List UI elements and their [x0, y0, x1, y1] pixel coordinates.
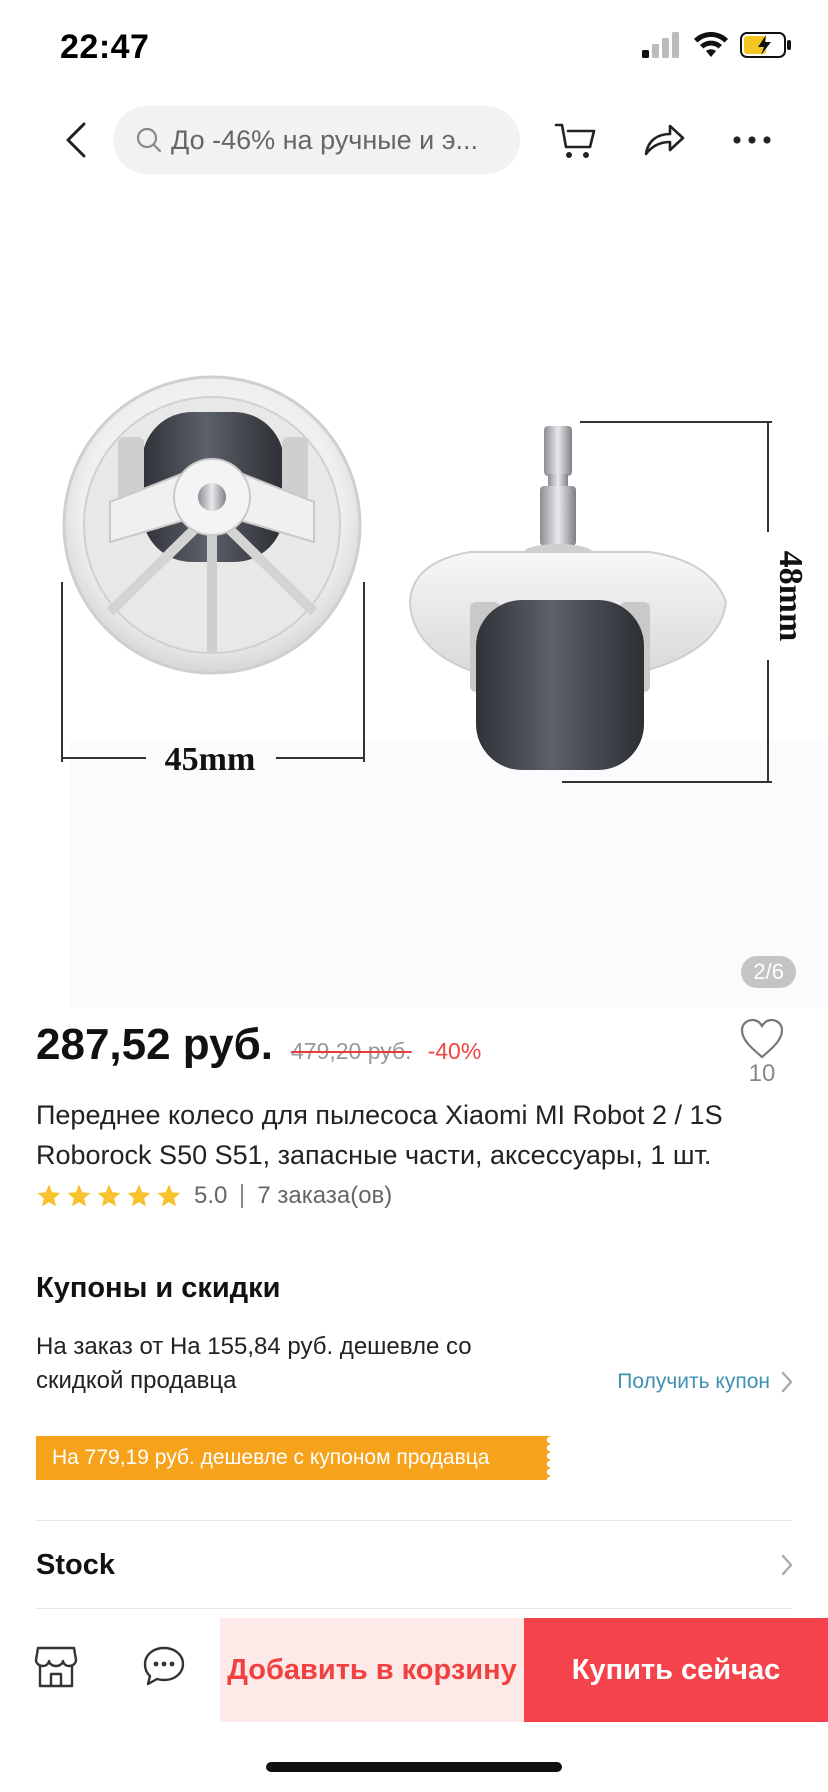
- chevron-right-icon: [781, 1554, 793, 1576]
- product-image-gallery[interactable]: 45mm 48mm 2/6: [0, 182, 828, 1008]
- battery-charging-icon: [740, 32, 791, 58]
- nav-bar: [0, 100, 828, 180]
- seller-coupon-text: На 779,19 руб. дешевле с купоном продавц…: [52, 1446, 490, 1469]
- status-time: 22:47: [60, 28, 150, 66]
- discount-badge: -40%: [427, 1038, 482, 1064]
- rating-value: 5.0: [194, 1182, 228, 1209]
- status-bar: 22:47: [0, 0, 828, 96]
- back-button[interactable]: [52, 116, 100, 164]
- heart-icon: [740, 1018, 784, 1059]
- star-icon: [127, 1184, 151, 1207]
- chat-bubble-icon: [143, 1646, 185, 1686]
- more-dots-icon: [733, 136, 771, 144]
- share-button[interactable]: [638, 114, 690, 166]
- wifi-icon: [694, 32, 728, 57]
- chevron-right-icon: [781, 1371, 793, 1393]
- wishlist-button[interactable]: 10: [732, 1018, 792, 1088]
- chevron-left-icon: [66, 122, 86, 158]
- get-coupon-label: Получить купон: [617, 1370, 770, 1393]
- coupon-description: На заказ от На 155,84 руб. дешевле со ск…: [36, 1333, 472, 1394]
- wishlist-count: 10: [748, 1060, 776, 1087]
- wheel-side-view: [408, 426, 728, 770]
- seller-coupon-banner[interactable]: На 779,19 руб. дешевле с купоном продавц…: [36, 1436, 550, 1480]
- width-dimension-label: 45mm: [165, 741, 256, 778]
- store-button[interactable]: [34, 1644, 78, 1690]
- orders-count: 7 заказа(ов): [257, 1182, 393, 1209]
- coupons-section-title: Купоны и скидки: [36, 1272, 281, 1304]
- store-icon: [34, 1646, 78, 1688]
- status-icons: [642, 32, 792, 58]
- bottom-action-bar: Добавить в корзину Купить сейчас: [0, 1618, 828, 1722]
- star-icon: [67, 1184, 91, 1207]
- cart-icon: [554, 123, 596, 158]
- stock-row[interactable]: Stock: [36, 1540, 794, 1590]
- price-row: 287,52 руб. 479,20 руб. -40%: [36, 1020, 796, 1080]
- get-coupon-link[interactable]: Получить купон: [617, 1370, 794, 1394]
- buy-now-button[interactable]: Купить сейчас: [524, 1618, 828, 1722]
- stock-label: Stock: [36, 1548, 115, 1581]
- star-icon: [37, 1184, 61, 1207]
- add-to-cart-button[interactable]: Добавить в корзину: [220, 1618, 524, 1722]
- home-indicator: [266, 1762, 562, 1772]
- current-price: 287,52 руб.: [36, 1020, 273, 1069]
- wheel-bottom-view: [62, 375, 362, 675]
- rating-row[interactable]: 5.0 7 заказа(ов): [36, 1182, 392, 1210]
- product-image: 45mm 48mm: [61, 375, 809, 783]
- divider: [36, 1520, 792, 1521]
- chat-button[interactable]: [142, 1644, 186, 1690]
- share-icon: [644, 124, 685, 156]
- cellular-signal-icon: [642, 32, 679, 58]
- cart-button[interactable]: [550, 114, 602, 166]
- star-icon: [157, 1184, 181, 1207]
- star-icon: [97, 1184, 121, 1207]
- product-page: 22:47 До -46% на ручные и э... 45mm 48mm…: [0, 0, 828, 1792]
- height-dimension-label: 48mm: [772, 551, 809, 642]
- more-options-button[interactable]: [726, 114, 778, 166]
- rating-separator: [241, 1184, 244, 1208]
- search-input[interactable]: [171, 124, 511, 156]
- search-bar[interactable]: [113, 106, 520, 174]
- divider: [36, 1608, 792, 1609]
- search-icon: [136, 127, 162, 153]
- product-title: Переднее колесо для пылесоса Xiaomi MI R…: [36, 1100, 723, 1170]
- image-counter: 2/6: [741, 956, 796, 988]
- old-price: 479,20 руб.: [290, 1038, 412, 1064]
- rating-stars: [36, 1183, 182, 1209]
